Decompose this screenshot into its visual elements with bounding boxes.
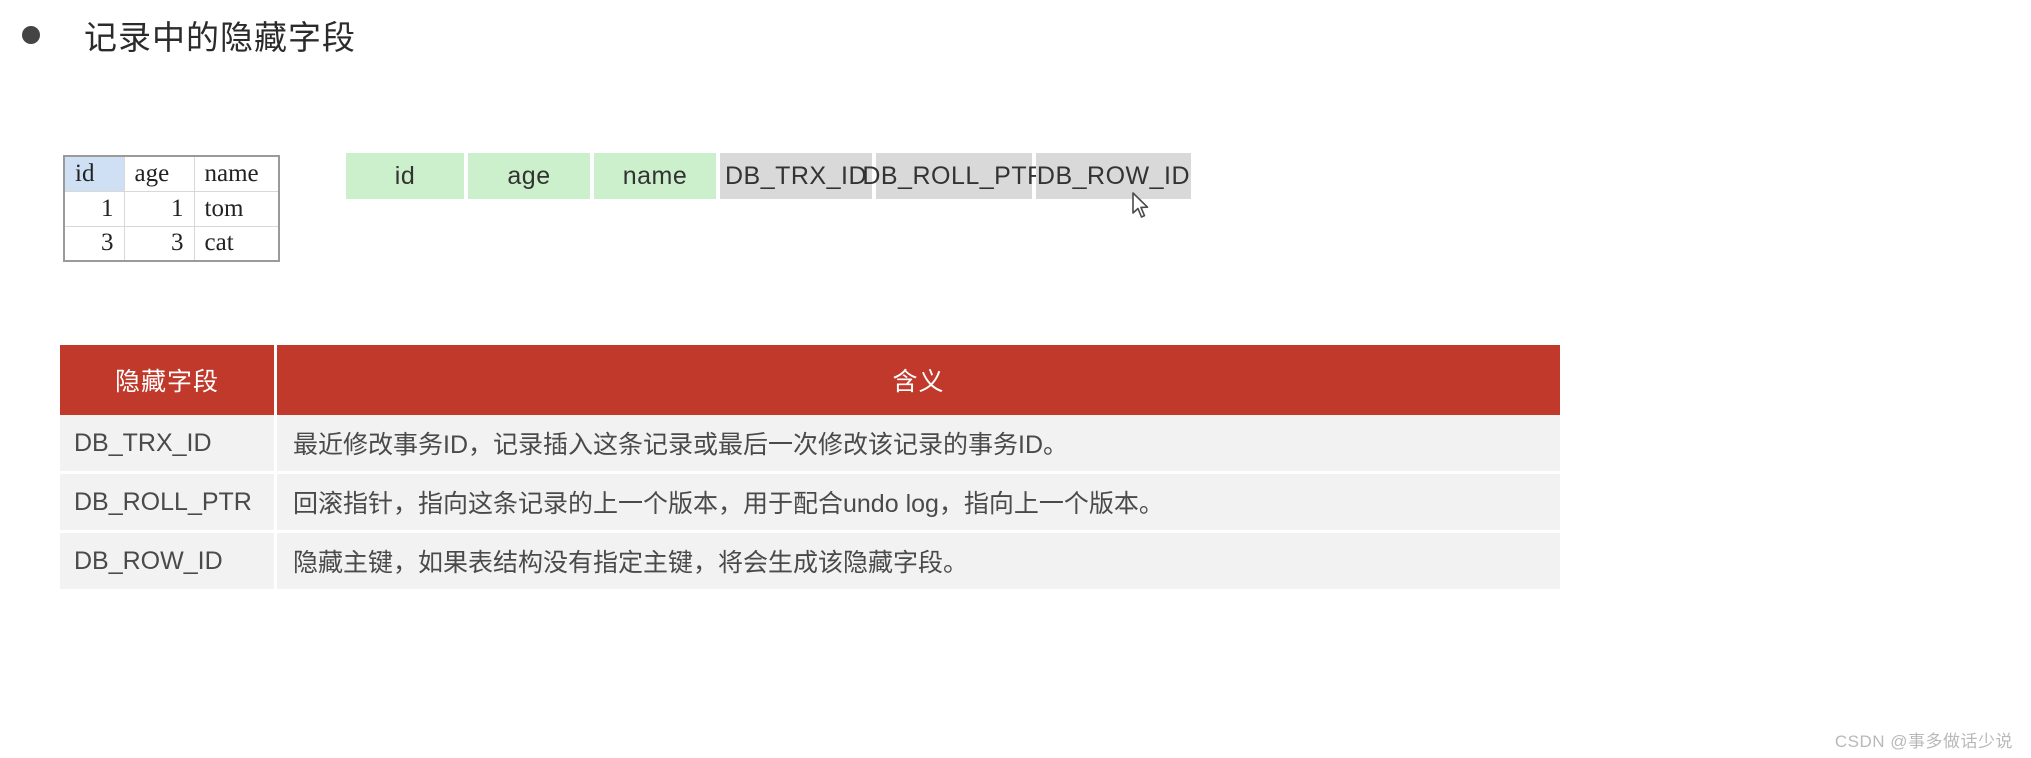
table-row: 1 1 tom (63, 190, 280, 227)
field-box-name: name (594, 153, 716, 199)
desc-cell-meaning: 隐藏主键，如果表结构没有指定主键，将会生成该隐藏字段。 (277, 533, 1560, 592)
field-box-db-roll-ptr: DB_ROLL_PTR (862, 153, 1045, 199)
desc-cell-meaning: 最近修改事务ID，记录插入这条记录或最后一次修改该记录的事务ID。 (277, 415, 1560, 474)
table-row: 3 3 cat (63, 225, 280, 262)
watermark: CSDN @事多做话少说 (1834, 732, 2013, 751)
record-table-header-row: id age name (63, 155, 280, 192)
field-box-age: age (468, 153, 590, 199)
page-title-text: 记录中的隐藏字段 (84, 19, 356, 56)
desc-cell-field: DB_ROW_ID (60, 533, 277, 592)
record-cell-name: tom (193, 190, 280, 227)
hidden-fields-table: 隐藏字段 含义 DB_TRX_ID 最近修改事务ID，记录插入这条记录或最后一次… (60, 345, 1560, 592)
desc-cell-meaning: 回滚指针，指向这条记录的上一个版本，用于配合undo log，指向上一个版本。 (277, 474, 1560, 533)
desc-header-meaning: 含义 (277, 345, 1560, 415)
page-title: 记录中的隐藏字段 (0, 0, 356, 70)
record-col-header-age[interactable]: age (123, 155, 195, 192)
record-cell-age: 1 (123, 190, 195, 227)
record-col-header-id[interactable]: id (63, 155, 125, 192)
desc-cell-field: DB_ROLL_PTR (60, 474, 277, 533)
desc-table-header-row: 隐藏字段 含义 (60, 345, 1560, 415)
table-row: DB_TRX_ID 最近修改事务ID，记录插入这条记录或最后一次修改该记录的事务… (60, 415, 1560, 474)
record-cell-id: 1 (63, 190, 125, 227)
bullet-icon (22, 26, 40, 44)
field-box-row: id age name DB_TRX_ID DB_ROLL_PTR DB_ROW… (346, 153, 1191, 199)
table-row: DB_ROW_ID 隐藏主键，如果表结构没有指定主键，将会生成该隐藏字段。 (60, 533, 1560, 592)
record-cell-name: cat (193, 225, 280, 262)
field-box-db-trx-id: DB_TRX_ID (720, 153, 872, 199)
record-cell-id: 3 (63, 225, 125, 262)
field-box-id: id (346, 153, 464, 199)
desc-cell-field: DB_TRX_ID (60, 415, 277, 474)
field-box-db-row-id: DB_ROW_ID (1036, 153, 1191, 199)
record-cell-age: 3 (123, 225, 195, 262)
desc-header-field: 隐藏字段 (60, 345, 277, 415)
record-table: id age name 1 1 tom 3 3 cat (63, 155, 280, 262)
record-col-header-name[interactable]: name (193, 155, 280, 192)
table-row: DB_ROLL_PTR 回滚指针，指向这条记录的上一个版本，用于配合undo l… (60, 474, 1560, 533)
